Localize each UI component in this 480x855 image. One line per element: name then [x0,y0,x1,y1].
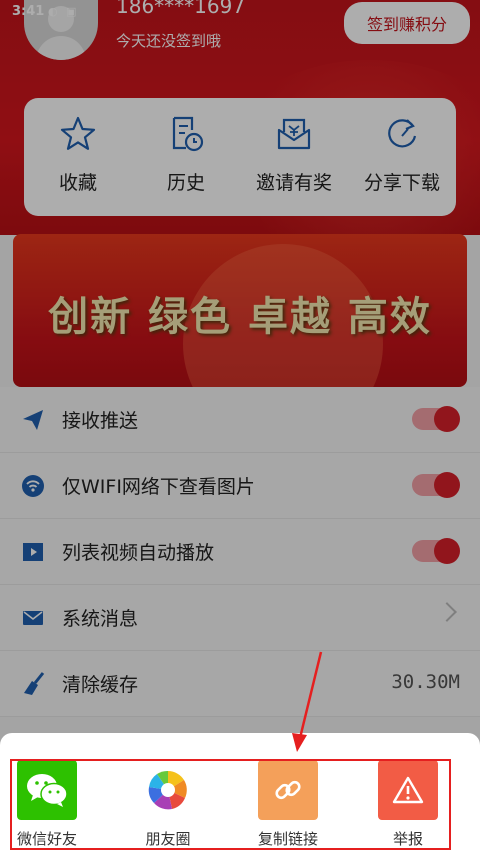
share-copy-link[interactable]: 复制链接 [238,760,338,849]
share-sheet: 微信好友 朋友圈 复制链接 举报 [0,733,480,855]
wechat-icon [17,760,77,820]
link-icon [258,760,318,820]
share-label: 微信好友 [16,830,77,848]
share-wechat-friend[interactable]: 微信好友 [0,760,97,849]
moments-icon [138,760,198,820]
share-label: 复制链接 [257,830,318,848]
warning-icon [378,760,438,820]
share-moments[interactable]: 朋友圈 [118,760,218,849]
share-label: 朋友圈 [145,830,191,848]
modal-overlay[interactable] [0,0,480,855]
share-report[interactable]: 举报 [358,760,458,849]
share-label: 举报 [392,830,423,848]
